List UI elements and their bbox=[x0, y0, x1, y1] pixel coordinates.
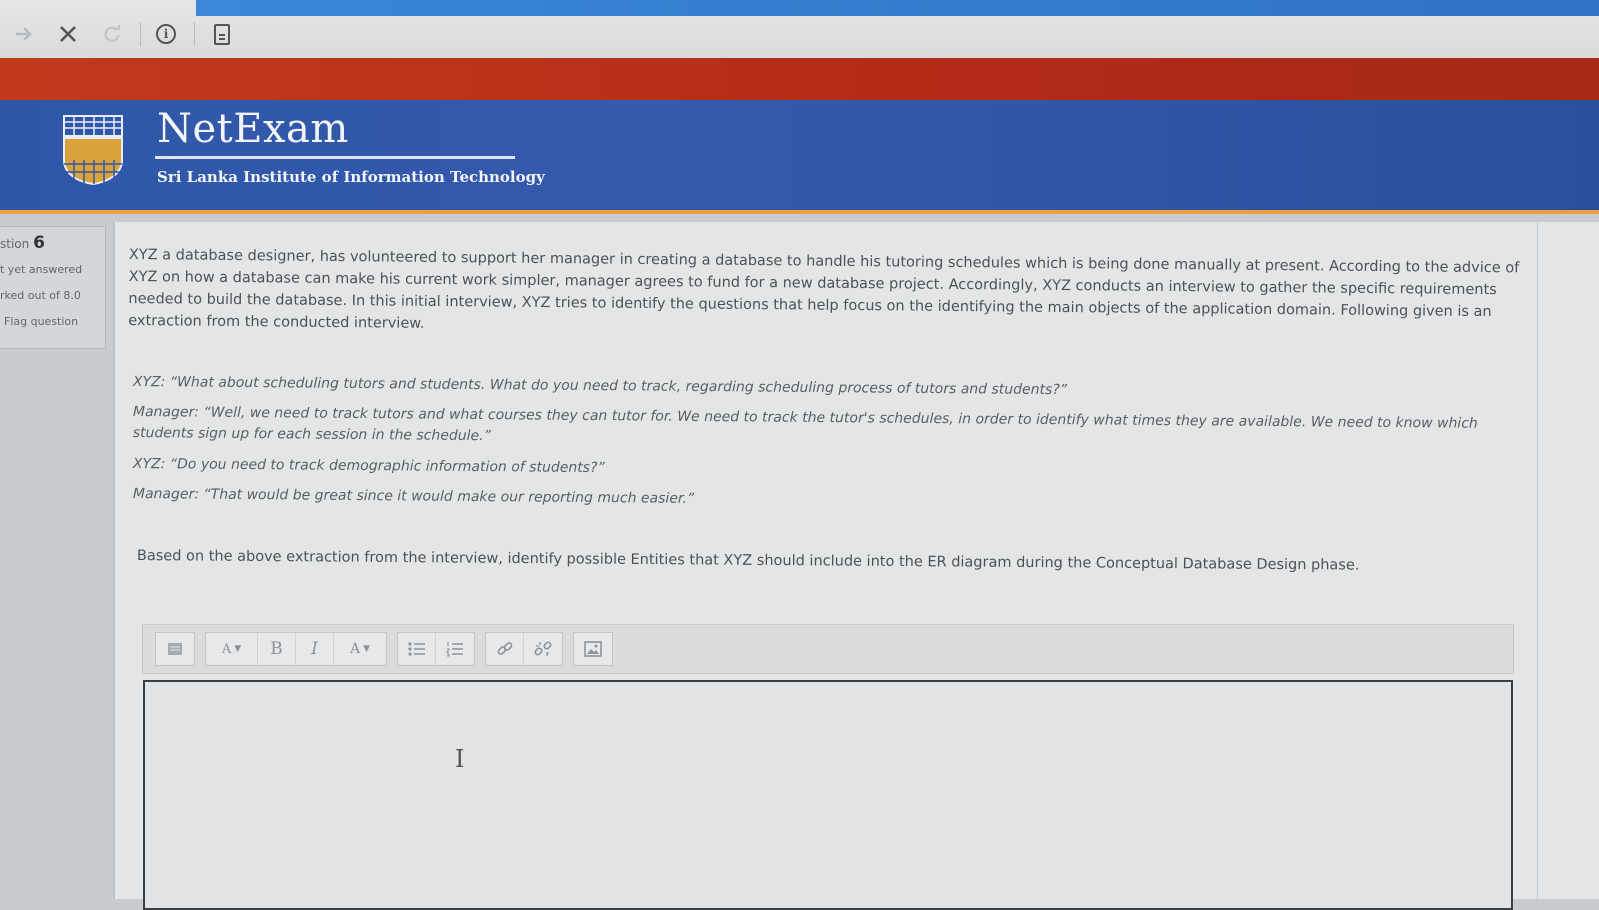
forward-icon[interactable] bbox=[8, 18, 40, 50]
brand-subtitle: Sri Lanka Institute of Information Techn… bbox=[157, 168, 545, 186]
question-number: stion 6 bbox=[0, 233, 105, 253]
editor-toolbar: A ▼ B I A ▼ bbox=[142, 624, 1514, 674]
dialog-line: Manager: “Well, we need to track tutors … bbox=[132, 403, 1478, 445]
image-icon[interactable] bbox=[574, 633, 612, 665]
sliit-logo bbox=[62, 114, 124, 186]
toolbar-separator bbox=[194, 22, 195, 46]
chevron-down-icon: ▼ bbox=[234, 644, 242, 654]
italic-label: I bbox=[311, 639, 318, 659]
ordered-list-icon[interactable] bbox=[436, 633, 474, 665]
browser-tab-strip bbox=[196, 0, 1599, 16]
bold-label: B bbox=[270, 639, 283, 659]
question-panel: XYZ a database designer, has volunteered… bbox=[113, 222, 1599, 910]
toolbar-group-links bbox=[485, 632, 563, 666]
toolbar-toggle-icon[interactable] bbox=[156, 633, 194, 665]
flag-question-link[interactable]: Flag question bbox=[0, 315, 105, 328]
dialog-line: XYZ: “Do you need to track demographic i… bbox=[132, 455, 605, 477]
close-icon[interactable] bbox=[52, 18, 84, 50]
unlink-icon[interactable] bbox=[524, 633, 562, 665]
question-status: t yet answered bbox=[0, 263, 83, 276]
page-scrollbar[interactable] bbox=[1537, 222, 1547, 899]
font-color-label: A bbox=[349, 641, 361, 657]
dialog-line: XYZ: “What about scheduling tutors and s… bbox=[132, 373, 1068, 399]
link-icon[interactable] bbox=[486, 633, 524, 665]
info-icon[interactable]: i bbox=[150, 18, 182, 50]
chevron-down-icon: ▼ bbox=[363, 644, 371, 654]
toolbar-group-lists bbox=[397, 632, 475, 666]
question-task-text: Based on the above extraction from the i… bbox=[136, 548, 1360, 574]
brand-divider bbox=[155, 156, 515, 159]
dialog-line: Manager: “That would be great since it w… bbox=[132, 485, 695, 507]
font-size-button[interactable]: A ▼ bbox=[206, 633, 258, 665]
toolbar-group-format: A ▼ B I A ▼ bbox=[205, 632, 387, 666]
site-header: NetExam Sri Lanka Institute of Informati… bbox=[0, 100, 1599, 214]
text-cursor-icon: I bbox=[455, 745, 465, 773]
toolbar-separator bbox=[140, 22, 141, 46]
question-marks: rked out of 8.0 bbox=[0, 289, 81, 302]
font-color-button[interactable]: A ▼ bbox=[334, 633, 386, 665]
font-size-label: A bbox=[221, 641, 232, 657]
question-label: stion bbox=[0, 237, 30, 251]
page-icon[interactable] bbox=[206, 18, 238, 50]
question-info-block: stion 6 t yet answered rked out of 8.0 F… bbox=[0, 226, 106, 349]
question-intro-text: XYZ a database designer, has volunteered… bbox=[128, 246, 1520, 332]
bold-button[interactable]: B bbox=[258, 633, 296, 665]
question-number-value: 6 bbox=[33, 233, 45, 253]
unordered-list-icon[interactable] bbox=[398, 633, 436, 665]
brand-title: NetExam bbox=[157, 106, 349, 152]
header-red-band bbox=[0, 58, 1599, 100]
toolbar-group-media bbox=[573, 632, 613, 666]
answer-editor[interactable] bbox=[143, 680, 1513, 910]
toolbar-group-toggle bbox=[155, 632, 195, 666]
browser-toolbar: i bbox=[0, 0, 1599, 58]
reload-icon[interactable] bbox=[96, 18, 128, 50]
italic-button[interactable]: I bbox=[296, 633, 334, 665]
